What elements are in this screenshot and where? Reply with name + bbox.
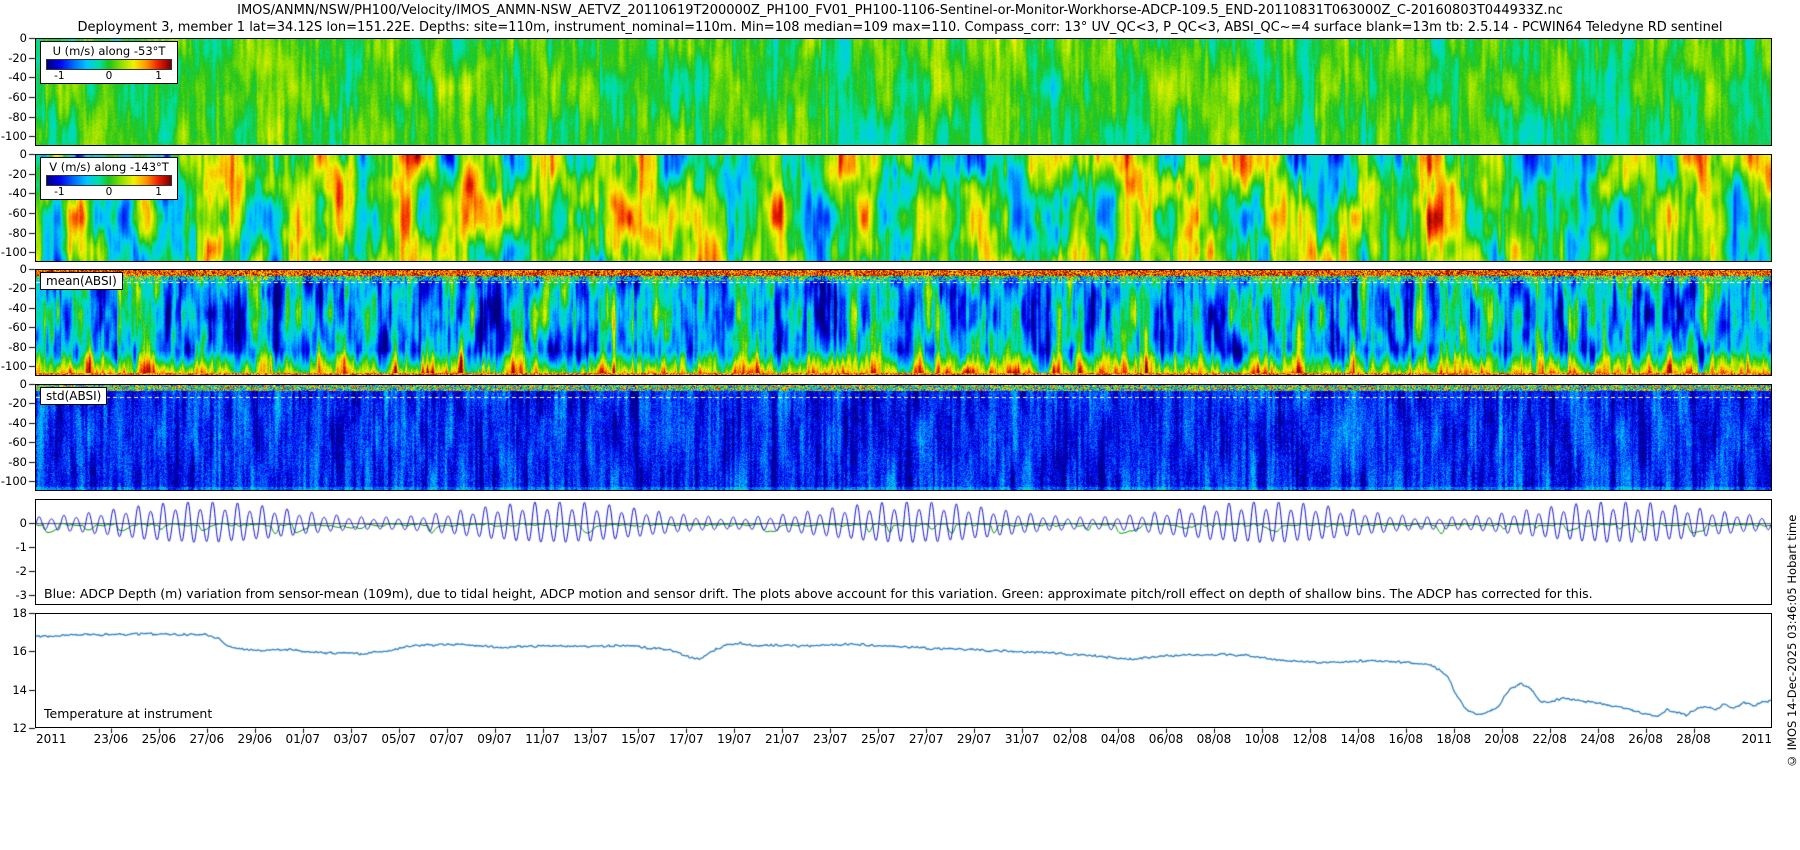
- u-velocity-legend: U (m/s) along -53°T -1 0 1: [40, 41, 178, 84]
- panel-std-absi: std(ABSI): [35, 384, 1772, 491]
- colorbar-tick-label: 1: [155, 70, 162, 82]
- mean-absi-label: mean(ABSI): [40, 272, 123, 290]
- u-velocity-legend-label: U (m/s) along -53°T: [46, 44, 172, 58]
- std-absi-heatmap: [36, 385, 1771, 490]
- y-tick-label: -80: [0, 227, 27, 239]
- y-tick-label: 0: [0, 148, 27, 160]
- y-tick-label: -20: [0, 282, 27, 294]
- y-tick-label: -80: [0, 111, 27, 123]
- y-tick-label: -20: [0, 52, 27, 64]
- colorbar-tick-label: -1: [54, 186, 64, 198]
- y-tick-label: -60: [0, 207, 27, 219]
- v-velocity-heatmap: [36, 155, 1771, 261]
- y-tick-label: -2: [0, 565, 27, 577]
- temperature-label: Temperature at instrument: [44, 706, 212, 721]
- colorbar-tick-label: 0: [106, 70, 113, 82]
- panel-depth-variation: Blue: ADCP Depth (m) variation from sens…: [35, 499, 1772, 605]
- y-tick-label: 14: [0, 684, 27, 696]
- y-tick-label: -1: [0, 541, 27, 553]
- y-tick-label: 0: [0, 32, 27, 44]
- y-tick-label: -40: [0, 417, 27, 429]
- panel-mean-absi: mean(ABSI): [35, 269, 1772, 376]
- y-tick-label: 12: [0, 722, 27, 734]
- y-tick-label: -100: [0, 475, 27, 487]
- y-tick-label: -20: [0, 168, 27, 180]
- y-tick-label: -3: [0, 589, 27, 601]
- y-tick-label: 18: [0, 607, 27, 619]
- temperature-line-chart: [36, 614, 1771, 727]
- y-tick-label: -40: [0, 71, 27, 83]
- y-tick-label: -100: [0, 360, 27, 372]
- v-velocity-colorbar: [46, 175, 172, 186]
- y-tick-label: -20: [0, 397, 27, 409]
- v-velocity-legend: V (m/s) along -143°T -1 0 1: [40, 157, 178, 200]
- y-tick-label: -100: [0, 130, 27, 142]
- u-velocity-colorbar-ticks: -1 0 1: [47, 70, 171, 82]
- mean-absi-heatmap: [36, 270, 1771, 375]
- figure-subtitle: Deployment 3, member 1 lat=34.12S lon=15…: [0, 20, 1800, 35]
- figure-title: IMOS/ANMN/NSW/PH100/Velocity/IMOS_ANMN-N…: [0, 3, 1800, 18]
- figure: IMOS/ANMN/NSW/PH100/Velocity/IMOS_ANMN-N…: [0, 0, 1800, 850]
- v-velocity-legend-label: V (m/s) along -143°T: [46, 160, 172, 174]
- y-tick-label: -40: [0, 187, 27, 199]
- std-absi-label: std(ABSI): [40, 387, 107, 405]
- y-tick-label: -60: [0, 321, 27, 333]
- colorbar-tick-label: 1: [155, 186, 162, 198]
- y-tick-label: -80: [0, 341, 27, 353]
- x-tick-label: 28/08: [1666, 732, 1722, 746]
- colorbar-tick-label: -1: [54, 70, 64, 82]
- panel-temperature: Temperature at instrument: [35, 613, 1772, 728]
- y-tick-label: 0: [0, 378, 27, 390]
- imos-watermark: © IMOS 14-Dec-2025 03:46:05 Hobart time: [1785, 458, 1799, 768]
- y-tick-label: 16: [0, 645, 27, 657]
- depth-variation-caption: Blue: ADCP Depth (m) variation from sens…: [44, 586, 1593, 601]
- y-tick-label: -80: [0, 456, 27, 468]
- panel-u-velocity: U (m/s) along -53°T -1 0 1: [35, 38, 1772, 146]
- v-velocity-colorbar-ticks: -1 0 1: [47, 186, 171, 198]
- panel-v-velocity: V (m/s) along -143°T -1 0 1: [35, 154, 1772, 262]
- u-velocity-heatmap: [36, 39, 1771, 145]
- y-tick-label: 0: [0, 263, 27, 275]
- colorbar-tick-label: 0: [106, 186, 113, 198]
- y-tick-label: -60: [0, 91, 27, 103]
- y-tick-label: -40: [0, 302, 27, 314]
- y-tick-label: -60: [0, 436, 27, 448]
- u-velocity-colorbar: [46, 59, 172, 70]
- y-tick-label: 0: [0, 517, 27, 529]
- y-tick-label: -100: [0, 246, 27, 258]
